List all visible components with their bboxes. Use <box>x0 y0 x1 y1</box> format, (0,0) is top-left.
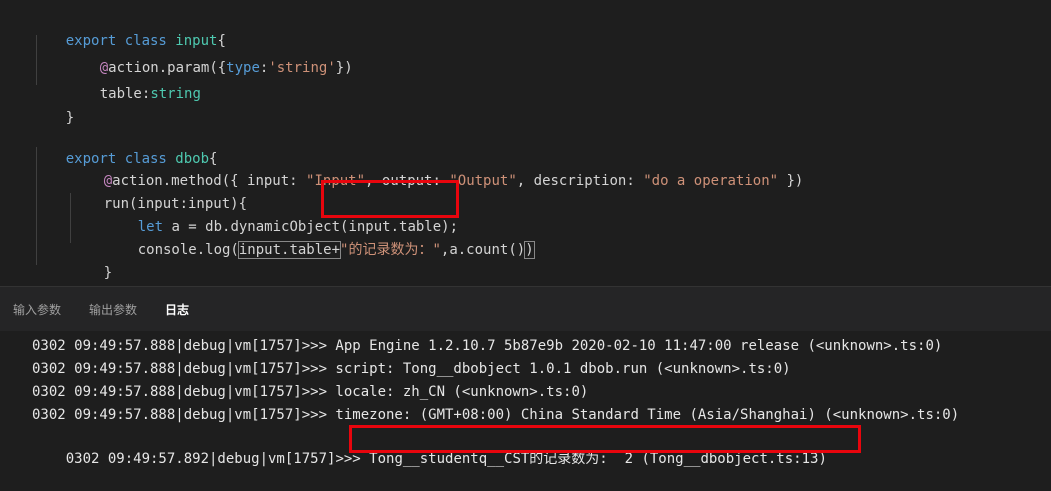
code-line: @action.param({type:'string'}) <box>66 35 353 76</box>
code-token: ,a.count() <box>440 242 526 258</box>
code-token: "的记录数为：" <box>340 242 441 258</box>
tab-output-params[interactable]: 输出参数 <box>89 301 137 318</box>
log-line: 0302 09:49:57.888|debug|vm[1757]>>> time… <box>32 407 960 423</box>
code-editor[interactable]: export class input{ @action.param({type:… <box>0 0 1051 286</box>
code-line: export class dbob{ <box>32 126 218 167</box>
code-token: ({ <box>209 60 227 76</box>
code-token: }) <box>778 173 804 189</box>
highlight-box <box>349 425 861 453</box>
code-token: "Output" <box>449 173 517 189</box>
code-line: @action.method({ input: "Input", output:… <box>70 148 804 189</box>
highlight-box <box>321 180 459 218</box>
code-token: string <box>150 86 201 102</box>
code-line: } <box>32 85 74 126</box>
code-token: "do a operation" <box>643 173 779 189</box>
log-line: 0302 09:49:57.888|debug|vm[1757]>>> App … <box>32 338 943 354</box>
code-token: console.log( <box>137 242 239 258</box>
code-token: input.table+ <box>237 241 342 259</box>
code-line: console.log(input.table+"的记录数为：",a.count… <box>104 217 535 259</box>
log-line: 0302 09:49:57.888|debug|vm[1757]>>> loca… <box>32 384 589 400</box>
code-token: ) <box>524 241 535 259</box>
code-token: , description: <box>516 173 644 189</box>
log-prefix: 0302 09:49:57.892|debug|vm[1757]>>> <box>65 451 370 467</box>
code-line: export class input{ <box>32 8 226 49</box>
code-line: } <box>32 261 74 283</box>
code-token: } <box>65 110 75 126</box>
code-token: type <box>226 60 260 76</box>
log-message: Tong__studentq__CST的记录数为: 2 (Tong__dbobj… <box>369 451 827 467</box>
tab-input-params[interactable]: 输入参数 <box>13 301 61 318</box>
code-line: table:string <box>66 61 201 102</box>
log-line: 0302 09:49:57.888|debug|vm[1757]>>> scri… <box>32 361 791 377</box>
code-token: }) <box>335 60 353 76</box>
code-token: } <box>103 265 113 281</box>
panel-tabs: 输入参数 输出参数 日志 <box>0 287 1051 331</box>
code-line: run(input:input){ <box>70 171 247 212</box>
output-panel: 输入参数 输出参数 日志 0302 09:49:57.888|debug|vm[… <box>0 286 1051 467</box>
code-line: } <box>70 240 112 281</box>
tab-log[interactable]: 日志 <box>165 301 189 318</box>
code-token: table <box>99 86 142 102</box>
code-token: 'string' <box>268 60 336 76</box>
